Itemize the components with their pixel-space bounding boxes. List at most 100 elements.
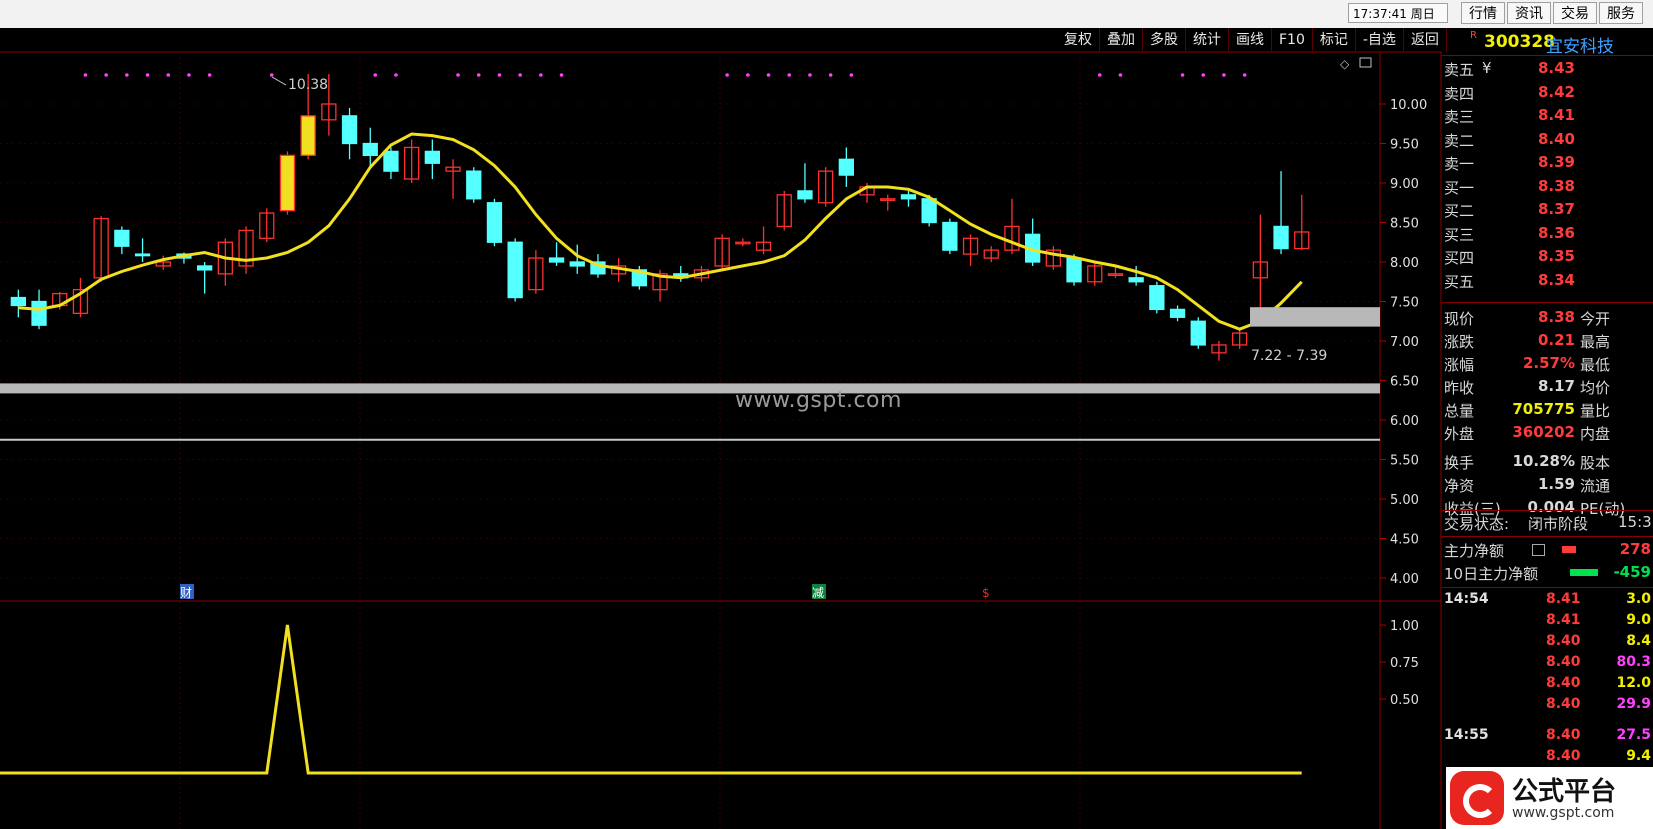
price-tick-label: 4.50: [1390, 533, 1419, 548]
service-button[interactable]: 服务: [1599, 2, 1643, 24]
order-book-price: 8.43: [1537, 59, 1575, 77]
quote-label: 净资: [1444, 477, 1475, 495]
toolbar-f10[interactable]: F10: [1272, 28, 1313, 52]
quote-label-secondary: 量比: [1580, 402, 1611, 420]
order-book-row[interactable]: 买三 8.36: [1442, 223, 1653, 246]
toolbar-draw-line[interactable]: 画线: [1229, 28, 1272, 52]
price-tick-label: 9.50: [1390, 138, 1419, 153]
tick-volume: 9.4: [1626, 748, 1651, 764]
toolbar-overlay[interactable]: 叠加: [1100, 28, 1143, 52]
signal-dot: [394, 73, 398, 77]
tick-volume: 9.0: [1626, 612, 1651, 628]
quote-label-secondary: 今开: [1580, 310, 1611, 328]
order-book-row[interactable]: 卖五 8.43 ¥: [1442, 58, 1653, 81]
quote-label: 换手: [1444, 454, 1475, 472]
tick-row: 8.40 29.9: [1442, 696, 1653, 718]
tick-row: 8.41 9.0: [1442, 612, 1653, 634]
toolbar-statistics[interactable]: 统计: [1186, 28, 1229, 52]
candle[interactable]: [507, 238, 523, 302]
toolbar-remove-watchlist[interactable]: -自选: [1356, 28, 1404, 52]
signal-dot: [1201, 73, 1206, 77]
order-book-row[interactable]: 卖一 8.39: [1442, 152, 1653, 175]
tick-row: 8.40 80.3: [1442, 654, 1653, 676]
price-tick-label: 9.00: [1390, 177, 1419, 192]
signal-dot: [269, 73, 274, 77]
news-button[interactable]: 资讯: [1507, 2, 1551, 24]
order-book-row[interactable]: 卖三 8.41: [1442, 105, 1653, 128]
diamond-icon[interactable]: ◇: [1340, 57, 1350, 71]
order-book-label: 卖五: [1444, 61, 1475, 79]
quote-row: 涨跌 0.21 最高: [1442, 330, 1653, 353]
tick-row: 8.40 8.4: [1442, 633, 1653, 655]
tick-price: 8.41: [1546, 612, 1581, 628]
toolbar-restore-rights[interactable]: 复权: [1057, 28, 1100, 52]
event-marker-finance[interactable]: 财: [180, 586, 192, 600]
signal-dot: [828, 73, 833, 77]
candle[interactable]: [1149, 281, 1165, 314]
candle[interactable]: [942, 218, 958, 255]
order-book-row[interactable]: 买四 8.35: [1442, 246, 1653, 269]
signal-dot: [1097, 73, 1102, 77]
brand-logo: 公式平台 www.gspt.com: [1446, 767, 1653, 829]
price-tick-label: 8.50: [1390, 217, 1419, 232]
signal-dot: [746, 73, 750, 77]
trade-button[interactable]: 交易: [1553, 2, 1597, 24]
resistance-line: [0, 438, 1380, 441]
tick-volume: 3.0: [1626, 591, 1651, 607]
quote-value: 10.28%: [1512, 452, 1575, 470]
signal-dot: [145, 73, 150, 77]
tick-price: 8.40: [1546, 654, 1581, 670]
kline-chart[interactable]: 7.22 - 7.39 10.38 10.00 9.50 9.00 8.50 8.00 7…: [0, 28, 1442, 829]
quote-row: 外盘 360202 内盘: [1442, 422, 1653, 445]
order-book-row[interactable]: 买一 8.38: [1442, 176, 1653, 199]
toolbar-mark[interactable]: 标记: [1313, 28, 1356, 52]
trade-status-row: 交易状态: 闭市阶段 15:3: [1442, 512, 1653, 535]
signal-dot: [497, 73, 502, 77]
order-book-row[interactable]: 买五 8.34: [1442, 270, 1653, 293]
signal-dot: [808, 73, 812, 77]
main-force-icon[interactable]: [1532, 544, 1545, 556]
candle[interactable]: [486, 198, 503, 247]
event-marker-reduce[interactable]: 减: [812, 586, 824, 600]
candle[interactable]: [1190, 317, 1206, 349]
chart-toolbar: 复权 叠加 多股 统计 画线 F10 标记 -自选 返回: [1057, 28, 1447, 52]
top-bar: 17:37:41 周日 行情 资讯 交易 服务: [0, 0, 1653, 29]
quote-panel: R 300328 宜安科技 卖五 8.43 ¥ 卖四 8.42 卖三 8.41 卖二 8.40 卖…: [1442, 28, 1653, 829]
toolbar-back[interactable]: 返回: [1404, 28, 1447, 52]
order-book-label: 买二: [1444, 202, 1475, 220]
quote-value: 1.59: [1537, 475, 1575, 493]
main-force-10d-label: 10日主力净额: [1444, 565, 1539, 583]
event-marker-dollar[interactable]: $: [982, 586, 990, 600]
signal-dot: [1242, 73, 1247, 77]
order-book-row[interactable]: 卖四 8.42: [1442, 82, 1653, 105]
order-book-price: 8.38: [1537, 176, 1575, 195]
tick-row: 14:54 8.41 3.0: [1442, 591, 1653, 613]
candle[interactable]: [466, 167, 482, 203]
market-button[interactable]: 行情: [1461, 2, 1505, 24]
candle[interactable]: [279, 151, 296, 215]
logo-icon: [1450, 771, 1504, 825]
order-book-row[interactable]: 卖二 8.40: [1442, 129, 1653, 152]
main-force-row: 主力净额 278: [1442, 539, 1653, 562]
order-book-label: 卖四: [1444, 84, 1475, 103]
tick-volume: 8.4: [1626, 633, 1651, 649]
quote-value: 8.17: [1537, 377, 1575, 395]
order-book-price: 8.37: [1537, 200, 1575, 218]
order-book-label: 卖一: [1444, 155, 1475, 173]
toolbar-multi-stock[interactable]: 多股: [1143, 28, 1186, 52]
quote-row: 涨幅 2.57% 最低: [1442, 353, 1653, 376]
tick-price: 8.41: [1546, 591, 1581, 607]
order-book-row[interactable]: 买二 8.37: [1442, 199, 1653, 222]
quote-label-secondary: 最低: [1580, 356, 1611, 374]
main-force-value: 278: [1619, 540, 1651, 558]
stock-code: 300328: [1484, 32, 1555, 52]
quote-row: 现价 8.38 今开: [1442, 307, 1653, 330]
logo-url: www.gspt.com: [1512, 805, 1615, 821]
signal-dot: [83, 73, 88, 77]
main-force-10d-value: -459: [1613, 563, 1651, 581]
order-book-price: 8.35: [1537, 247, 1575, 265]
signal-dot: [1180, 73, 1185, 77]
price-tick-label: 6.00: [1390, 414, 1419, 429]
order-book-price: 8.34: [1537, 270, 1575, 289]
signal-dot: [1118, 73, 1123, 77]
